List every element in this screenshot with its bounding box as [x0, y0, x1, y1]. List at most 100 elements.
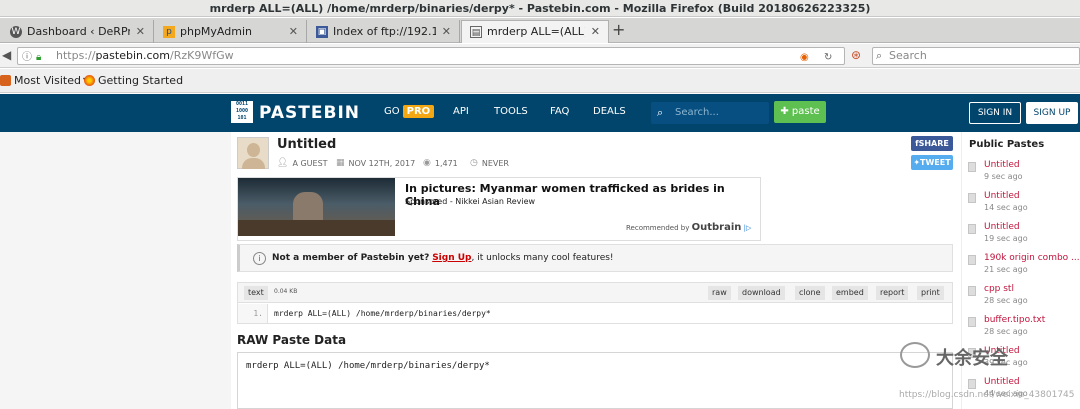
adchoices-icon[interactable]: |▷	[744, 224, 752, 232]
paste-size: 0.04 KB	[274, 288, 298, 295]
list-item[interactable]: Untitled 14 sec ago	[966, 190, 1078, 218]
url-scheme: https://	[56, 49, 96, 62]
outbrain-logo: Outbrain	[691, 222, 742, 233]
paste-author: 👤︎ A GUEST	[277, 158, 328, 168]
signup-notice: i Not a member of Pastebin yet? Sign Up,…	[237, 244, 953, 272]
plus-icon: ✚	[780, 106, 792, 117]
nav-faq[interactable]: FAQ	[550, 106, 569, 117]
sponsored-ad[interactable]: In pictures: Myanmar women trafficked as…	[237, 177, 761, 241]
pastebin-header: 0011 1000 101 PASTEBIN GO PRO API TOOLS FAQ…	[0, 94, 1080, 132]
line-number: 1.	[238, 304, 268, 323]
nav-go-pro[interactable]: GO PRO	[384, 105, 435, 118]
reader-icon[interactable]: ◉	[800, 50, 809, 66]
new-paste-button[interactable]: ✚ paste	[774, 101, 826, 123]
left-gutter	[0, 132, 231, 409]
url-host: pastebin.com	[95, 49, 170, 62]
tab-phpmyadmin[interactable]: p phpMyAdmin ✕	[155, 20, 307, 43]
report-button[interactable]: report	[876, 286, 909, 300]
eye-icon: ◉	[423, 158, 431, 168]
watermark-brand: 大余安全	[936, 348, 1008, 369]
clock-icon: ◷	[470, 158, 478, 168]
bookmark-most-visited[interactable]: Most Visited ▼	[0, 69, 89, 92]
extension-icon[interactable]: ⊛	[851, 48, 861, 62]
close-icon[interactable]: ✕	[289, 21, 298, 43]
search-icon: ⌕	[657, 106, 664, 119]
firefox-icon	[84, 75, 95, 86]
bookmark-getting-started[interactable]: Getting Started	[84, 69, 183, 92]
lock-icon[interactable]: 🔒︎	[36, 50, 41, 66]
ad-recommended-by[interactable]: Recommended by Outbrain |▷	[626, 222, 751, 233]
user-icon: 👤︎	[277, 158, 289, 168]
tab-bar: W Dashboard ‹ DeRPnStiNK… ✕ p phpMyAdmin…	[0, 18, 1080, 43]
pastebin-icon: ▤	[470, 26, 482, 38]
paste-views: ◉ 1,471	[423, 158, 458, 168]
signup-link[interactable]: Sign Up	[432, 253, 471, 263]
phpmyadmin-icon: p	[163, 25, 175, 38]
pro-badge: PRO	[402, 105, 435, 118]
document-icon	[968, 379, 976, 389]
tab-pastebin[interactable]: ▤ mrderp ALL=(ALL) /ho… ✕	[461, 20, 609, 43]
reload-icon[interactable]: ↻	[824, 50, 832, 66]
embed-button[interactable]: embed	[832, 286, 868, 300]
raw-paste-textarea[interactable]: mrderp ALL=(ALL) /home/mrderp/binaries/d…	[237, 352, 953, 409]
raw-paste-heading: RAW Paste Data	[237, 333, 347, 347]
wordpress-icon: W	[10, 25, 22, 38]
watermark-url: https://blog.csdn.net/weixin_43801745	[899, 390, 1075, 400]
document-icon	[968, 224, 976, 234]
calendar-icon: ▦	[336, 158, 345, 168]
guest-avatar	[237, 137, 269, 169]
code-toolbar: text 0.04 KB raw download clone embed re…	[238, 283, 952, 303]
clone-button[interactable]: clone	[795, 286, 825, 300]
bookmarks-toolbar: Most Visited ▼ Getting Started	[0, 69, 1080, 93]
tweet-button[interactable]: ✦TWEET	[911, 155, 953, 170]
list-item[interactable]: 190k origin combo ... 21 sec ago	[966, 252, 1080, 280]
info-icon: i	[253, 252, 266, 265]
paste-code-box: text 0.04 KB raw download clone embed re…	[237, 282, 953, 324]
window-title: mrderp ALL=(ALL) /home/mrderp/binaries/d…	[0, 0, 1080, 17]
most-visited-icon	[0, 75, 11, 86]
paste-expires: ◷ NEVER	[470, 158, 509, 168]
pastebin-search-input[interactable]: ⌕ Search...	[651, 102, 769, 124]
pastebin-logo-icon[interactable]: 0011 1000 101	[231, 101, 253, 123]
list-item[interactable]: cpp stl 28 sec ago	[966, 283, 1078, 311]
twitter-icon: ✦	[913, 158, 921, 167]
list-item[interactable]: Untitled 19 sec ago	[966, 221, 1078, 249]
close-icon[interactable]: ✕	[136, 21, 145, 43]
paste-title: Untitled	[277, 137, 337, 152]
document-icon	[968, 286, 976, 296]
print-button[interactable]: print	[917, 286, 944, 300]
sign-in-button[interactable]: SIGN IN	[969, 102, 1021, 124]
document-icon	[968, 162, 976, 172]
browser-search-input[interactable]: ⌕ Search	[872, 47, 1080, 65]
syntax-language[interactable]: text	[244, 286, 268, 300]
document-icon	[968, 317, 976, 327]
list-item[interactable]: buffer.tipo.txt 28 sec ago	[966, 314, 1078, 342]
nav-api[interactable]: API	[453, 106, 469, 117]
sign-up-button[interactable]: SIGN UP	[1026, 102, 1078, 124]
tab-ftp-index[interactable]: ▣ Index of ftp://192.168… ✕	[308, 20, 460, 43]
close-icon[interactable]: ✕	[591, 21, 600, 43]
nav-tools[interactable]: TOOLS	[494, 106, 528, 117]
code-text[interactable]: mrderp ALL=(ALL) /home/mrderp/binaries/d…	[274, 304, 491, 323]
paste-date: ▦ NOV 12TH, 2017	[336, 158, 416, 168]
raw-button[interactable]: raw	[708, 286, 731, 300]
list-item[interactable]: Untitled 9 sec ago	[966, 159, 1078, 187]
ad-image[interactable]	[238, 178, 395, 236]
url-path: /RzK9WfGw	[169, 49, 234, 62]
watermark-logo	[900, 342, 930, 368]
facebook-share-button[interactable]: fSHARE	[911, 136, 953, 151]
download-button[interactable]: download	[738, 286, 785, 300]
nav-deals[interactable]: DEALS	[593, 106, 626, 117]
back-button[interactable]: ◀	[2, 48, 11, 62]
new-tab-button[interactable]: +	[612, 20, 625, 39]
tab-dashboard[interactable]: W Dashboard ‹ DeRPnStiNK… ✕	[2, 20, 154, 43]
pastebin-logo[interactable]: PASTEBIN	[259, 103, 360, 123]
document-icon	[968, 193, 976, 203]
close-icon[interactable]: ✕	[442, 21, 451, 43]
info-icon[interactable]: ⓘ	[22, 50, 32, 66]
code-line: 1. mrderp ALL=(ALL) /home/mrderp/binarie…	[238, 304, 952, 323]
folder-icon: ▣	[316, 25, 328, 38]
document-icon	[968, 255, 976, 265]
url-bar[interactable]: ⓘ 🔒︎ https://pastebin.com/RzK9WfGw ◉ ↻	[17, 47, 845, 65]
search-icon: ⌕	[876, 49, 883, 62]
